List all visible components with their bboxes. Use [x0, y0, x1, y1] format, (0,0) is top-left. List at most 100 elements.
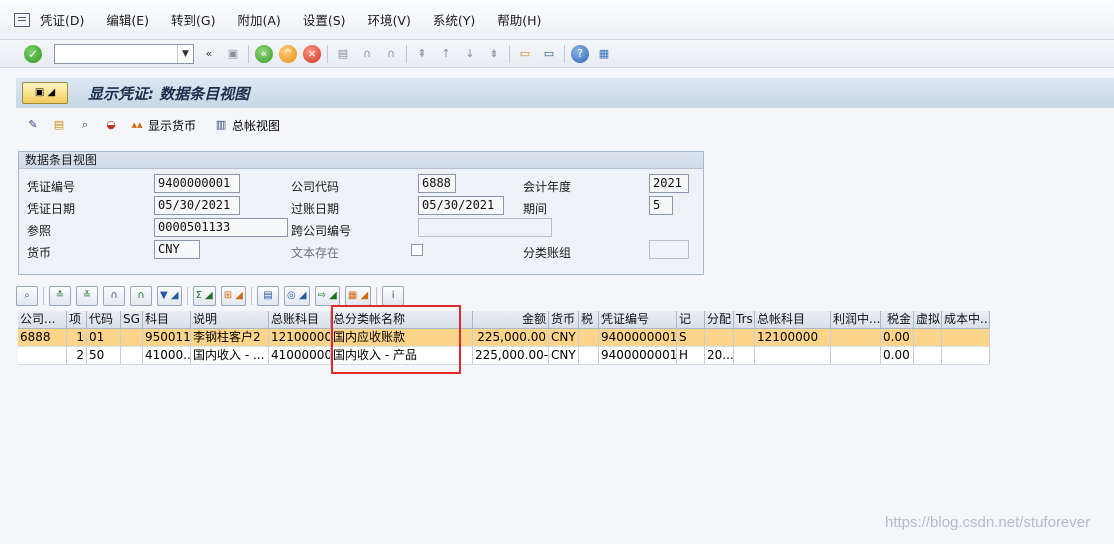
last-page-icon[interactable]: ⇟ — [485, 45, 503, 63]
menu-item-environment[interactable]: 环境(V) — [368, 10, 411, 29]
sort-ascending-icon[interactable]: ≛ — [49, 286, 71, 306]
hat-icon[interactable]: ◒ — [102, 116, 120, 134]
column-header-tax-amount[interactable]: 税金 — [881, 311, 914, 329]
column-header-dc[interactable]: 记 — [677, 311, 705, 329]
cell-currency: CNY — [549, 329, 579, 347]
find-icon[interactable]: ∩ — [103, 286, 125, 306]
column-header-doc-no[interactable]: 凭证编号 — [599, 311, 677, 329]
exit-icon[interactable]: ^ — [279, 44, 297, 63]
page-title: 显示凭证: 数据条目视图 — [88, 84, 250, 103]
toolbar-separator — [376, 287, 378, 305]
export-icon[interactable]: ⇨ ◢ — [314, 286, 340, 306]
document-overview-icon[interactable]: ▤ — [50, 116, 68, 134]
cell-tax-amount: 0.00 — [881, 347, 914, 365]
table-row[interactable]: 6888 1 01 950011 李钢柱客户2 12100000 国内应收账款 … — [18, 329, 990, 347]
menu-item-goto[interactable]: 转到(G) — [171, 10, 215, 29]
toolbar-separator — [186, 287, 188, 305]
column-header-posting-key[interactable]: 代码 — [87, 311, 121, 329]
doc-no-label: 凭证编号 — [27, 180, 76, 194]
find-icon[interactable]: ∩ — [358, 45, 376, 63]
cell-company — [18, 347, 67, 365]
customize-layout-icon[interactable]: ▦ — [595, 45, 613, 63]
column-header-item[interactable]: 项 — [67, 311, 87, 329]
info-icon[interactable]: i — [382, 286, 405, 306]
first-page-icon[interactable]: ⇞ — [413, 45, 431, 63]
column-header-company[interactable]: 公司... — [18, 311, 67, 329]
column-header-account[interactable]: 科目 — [143, 311, 191, 329]
menu-item-help[interactable]: 帮助(H) — [497, 10, 541, 29]
groupbox-title: 数据条目视图 — [19, 152, 703, 169]
menu-item-system[interactable]: 系统(Y) — [433, 10, 475, 29]
menu-item-edit[interactable]: 编辑(E) — [106, 10, 149, 29]
posting-date-field[interactable]: 05/30/2021 — [418, 196, 504, 215]
filter-icon[interactable]: ▼ ◢ — [157, 286, 182, 306]
collapse-icon[interactable]: « — [200, 45, 218, 63]
cell-company: 6888 — [18, 329, 67, 347]
chevron-down-icon[interactable]: ▼ — [177, 44, 193, 63]
print-preview-icon[interactable]: ▤ — [257, 286, 279, 306]
text-exists-checkbox[interactable] — [411, 244, 423, 256]
period-field[interactable]: 5 — [649, 196, 673, 215]
doc-date-field[interactable]: 05/30/2021 — [154, 196, 240, 215]
cancel-icon[interactable]: × — [303, 44, 321, 63]
column-header-trs[interactable]: Trs — [734, 311, 755, 329]
posting-date-label: 过账日期 — [291, 202, 340, 216]
column-header-profit-center[interactable]: 利润中... — [831, 311, 881, 329]
menu-item-document[interactable]: 凭证(D) — [40, 10, 84, 29]
column-header-tax[interactable]: 税 — [579, 311, 599, 329]
back-icon[interactable]: « — [255, 44, 273, 63]
column-header-special-gl[interactable]: SG — [121, 311, 143, 329]
toolbar-separator — [251, 287, 252, 305]
new-session-icon[interactable]: ▭ — [516, 45, 534, 63]
cross-company-field[interactable] — [418, 218, 552, 237]
ledger-view-button[interactable]: ▥ 总帐视图 — [212, 117, 280, 134]
print-icon[interactable]: ▤ — [334, 45, 352, 63]
transaction-menu-button[interactable]: ▣ ◢ — [22, 82, 68, 104]
column-header-gl-account[interactable]: 总账科目 — [269, 311, 331, 329]
sum-icon[interactable]: Σ ◢ — [192, 286, 216, 306]
ledger-group-field[interactable] — [649, 240, 689, 259]
next-page-icon[interactable]: ↓ — [461, 45, 479, 63]
find-next-icon[interactable]: ∩ — [382, 45, 400, 63]
cell-virtual — [914, 329, 942, 347]
display-change-icon[interactable]: ✎ — [24, 116, 42, 134]
menu-item-settings[interactable]: 设置(S) — [303, 10, 346, 29]
cell-special-gl — [121, 329, 143, 347]
column-header-gl-account-2[interactable]: 总帐科目 — [755, 311, 831, 329]
highlight-annotation — [331, 305, 461, 374]
save-icon[interactable]: ▣ — [224, 45, 242, 63]
company-code-label: 公司代码 — [291, 180, 340, 194]
menu-item-extras[interactable]: 附加(A) — [238, 10, 281, 29]
reference-field[interactable]: 0000501133 — [154, 218, 288, 237]
cell-assignment: 20... — [705, 347, 734, 365]
shortcut-icon[interactable]: ▭ — [540, 45, 558, 63]
column-header-description[interactable]: 说明 — [191, 311, 269, 329]
column-header-virtual[interactable]: 虚拟 — [914, 311, 942, 329]
select-detail-icon[interactable]: ⌕ — [76, 116, 94, 134]
command-field[interactable]: ▼ — [54, 43, 194, 64]
cell-currency: CNY — [549, 347, 579, 365]
menu-icon[interactable] — [14, 12, 30, 27]
column-header-amount[interactable]: 金额 — [473, 311, 549, 329]
help-icon[interactable]: ? — [571, 44, 589, 63]
display-currency-button[interactable]: ▴▴ 显示货币 — [128, 117, 196, 134]
sort-descending-icon[interactable]: ≚ — [76, 286, 98, 306]
column-header-cost-center[interactable]: 成本中... — [942, 311, 990, 329]
views-icon[interactable]: ◎ ◢ — [284, 286, 310, 306]
cell-profit-center — [831, 347, 881, 365]
previous-page-icon[interactable]: ↑ — [437, 45, 455, 63]
layout-icon[interactable]: ▦ ◢ — [344, 286, 372, 306]
doc-no-field[interactable]: 9400000001 — [154, 174, 240, 193]
table-row[interactable]: 2 50 41000... 国内收入 - ... 41000000 国内收入 -… — [18, 347, 990, 365]
enter-check-icon[interactable]: ✓ — [24, 44, 42, 63]
fiscal-year-field[interactable]: 2021 — [649, 174, 689, 193]
find-next-icon[interactable]: ∩ — [130, 286, 152, 306]
column-header-currency[interactable]: 货币 — [549, 311, 579, 329]
cell-account: 41000... — [143, 347, 191, 365]
cell-cost-center — [942, 347, 990, 365]
subtotal-icon[interactable]: ⊞ ◢ — [220, 286, 246, 306]
details-icon[interactable]: ⌕ — [16, 286, 38, 306]
currency-field[interactable]: CNY — [154, 240, 200, 259]
column-header-assignment[interactable]: 分配 — [705, 311, 734, 329]
company-code-field[interactable]: 6888 — [418, 174, 456, 193]
